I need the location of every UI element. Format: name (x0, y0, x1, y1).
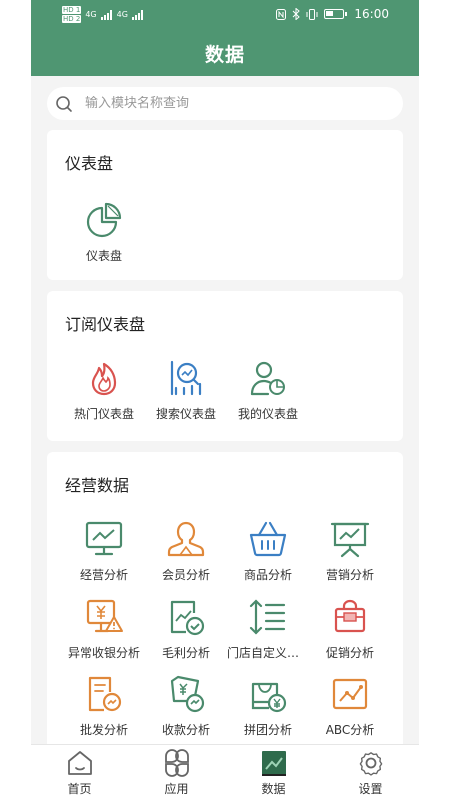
search-dashboard-item[interactable]: 搜索仪表盘 (145, 358, 227, 428)
tab-data[interactable]: 数据 (225, 745, 322, 800)
tab-home-label: 首页 (67, 782, 92, 796)
carrier-label-2: HD 2 (62, 15, 82, 23)
group-buy-analysis-label: 拼团分析 (243, 723, 292, 737)
product-analysis-label: 商品分析 (243, 568, 292, 582)
store-custom-analysis-label: 门店自定义分析 (227, 646, 309, 660)
abc-analysis-item[interactable]: ABC分析 (309, 674, 391, 744)
bottom-tab-bar: 首页 应用 数据 设置 (31, 744, 419, 800)
gross-profit-item[interactable]: 毛利分析 (145, 597, 227, 667)
dashboard-item-label: 仪表盘 (85, 249, 122, 263)
group-buy-analysis-item[interactable]: 拼团分析 (227, 674, 309, 744)
search-chart-icon (170, 360, 202, 396)
network-type-2: 4G (116, 10, 128, 19)
tab-settings[interactable]: 设置 (322, 745, 419, 800)
search-input[interactable] (85, 96, 365, 111)
dashboard-card: 仪表盘 仪表盘 (47, 130, 403, 280)
subscribed-dashboard-card: 订阅仪表盘 热门仪表盘 搜索仪表盘 我的仪表盘 (47, 291, 403, 441)
hot-dashboard-item[interactable]: 热门仪表盘 (63, 358, 145, 428)
promotion-bag-icon (334, 599, 366, 633)
wholesale-analysis-item[interactable]: 批发分析 (63, 674, 145, 744)
abc-analysis-label: ABC分析 (325, 723, 375, 737)
bluetooth-icon (293, 8, 301, 20)
tab-apps[interactable]: 应用 (128, 745, 225, 800)
status-bar-right: 16:00 (276, 7, 389, 21)
nfc-icon (276, 8, 287, 20)
marketing-analysis-label: 营销分析 (325, 568, 374, 582)
group-buy-bag-icon (251, 682, 287, 713)
carrier-label-1: HD 1 (62, 6, 82, 14)
promotion-analysis-label: 促销分析 (325, 646, 374, 660)
app-screen: HD 1 HD 2 4G 4G 16:00 数据 输入模块名称查询 仪表盘 仪表… (31, 0, 419, 800)
member-analysis-label: 会员分析 (161, 568, 210, 582)
presentation-icon (330, 522, 370, 558)
product-analysis-item[interactable]: 商品分析 (227, 519, 309, 589)
wholesale-doc-icon (88, 676, 122, 712)
wholesale-analysis-label: 批发分析 (79, 723, 128, 737)
tab-apps-label: 应用 (164, 782, 189, 796)
profit-check-icon (170, 600, 205, 636)
vibrate-icon (306, 8, 318, 20)
dashboard-item[interactable]: 仪表盘 (63, 200, 145, 270)
promotion-analysis-item[interactable]: 促销分析 (309, 597, 391, 667)
member-icon (167, 521, 205, 557)
apps-icon (164, 749, 189, 777)
network-type-1: 4G (85, 10, 97, 19)
status-bar-left: HD 1 HD 2 4G 4G (62, 6, 144, 23)
hot-dashboard-label: 热门仪表盘 (73, 407, 134, 421)
section-title: 经营数据 (65, 476, 130, 495)
gear-icon (359, 752, 382, 776)
monitor-chart-icon (85, 521, 123, 556)
status-bar: HD 1 HD 2 4G 4G 16:00 (31, 0, 419, 30)
tab-data-label: 数据 (261, 782, 286, 796)
my-dashboard-label: 我的仪表盘 (237, 407, 298, 421)
page-title: 数据 (204, 44, 245, 66)
payment-analysis-item[interactable]: 收款分析 (145, 674, 227, 744)
signal-icon (100, 9, 112, 20)
battery-icon (324, 9, 348, 19)
search-bar[interactable] (47, 87, 403, 120)
marketing-analysis-item[interactable]: 营销分析 (309, 519, 391, 589)
my-dashboard-item[interactable]: 我的仪表盘 (227, 358, 309, 428)
business-analysis-item[interactable]: 经营分析 (63, 519, 145, 589)
data-chart-icon (261, 751, 286, 776)
payment-analysis-label: 收款分析 (161, 723, 210, 737)
section-title: 订阅仪表盘 (65, 315, 146, 334)
abnormal-cashier-item[interactable]: 异常收银分析 (63, 597, 145, 667)
abnormal-cashier-label: 异常收银分析 (67, 646, 140, 660)
flame-icon (91, 362, 117, 396)
business-data-card: 经营数据 经营分析 会员分析 商品分析 营销分析 异常收银分析 毛利分析 门店自… (47, 452, 403, 752)
sort-list-icon (249, 599, 286, 635)
pie-chart-icon (86, 202, 122, 238)
home-icon (67, 751, 92, 775)
tab-home[interactable]: 首页 (31, 745, 128, 800)
payment-receipt-icon (170, 675, 205, 713)
search-dashboard-label: 搜索仪表盘 (155, 407, 216, 421)
basket-icon (249, 521, 287, 557)
user-chart-icon (250, 361, 285, 396)
section-title: 仪表盘 (65, 154, 114, 173)
status-time: 16:00 (354, 7, 389, 21)
tab-settings-label: 设置 (358, 782, 383, 796)
app-header: HD 1 HD 2 4G 4G 16:00 数据 (31, 0, 419, 76)
store-custom-analysis-item[interactable]: 门店自定义分析 (227, 597, 309, 667)
search-icon (56, 95, 72, 112)
member-analysis-item[interactable]: 会员分析 (145, 519, 227, 589)
gross-profit-label: 毛利分析 (161, 646, 210, 660)
abc-chart-icon (332, 678, 368, 710)
business-analysis-label: 经营分析 (79, 568, 128, 582)
cash-warning-icon (86, 599, 123, 633)
signal-icon (131, 9, 143, 20)
